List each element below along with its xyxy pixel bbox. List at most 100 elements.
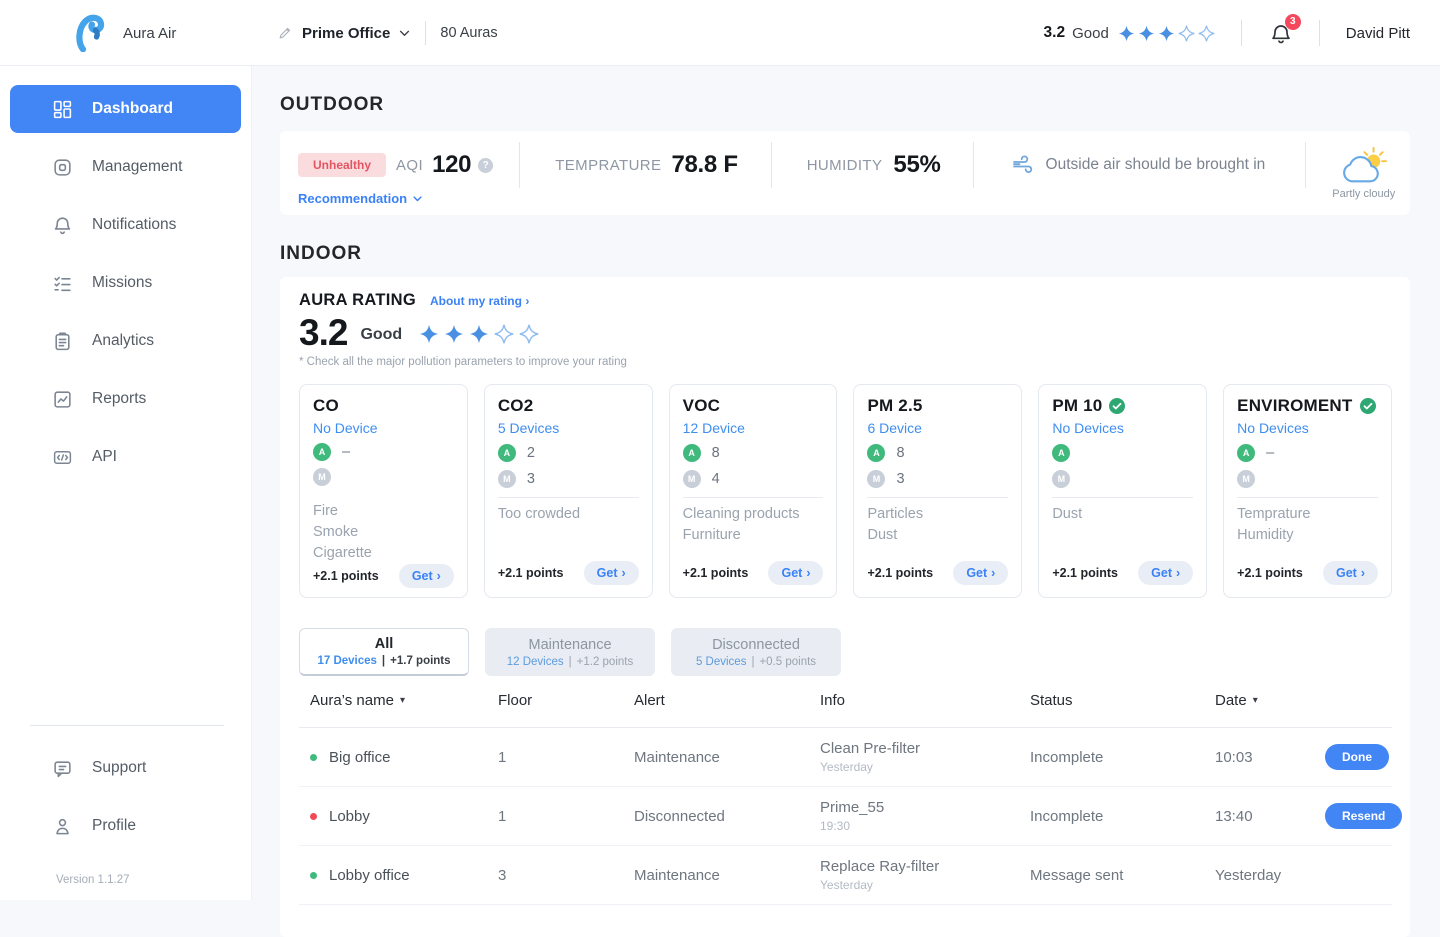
tab-maintenance[interactable]: Maintenance 12 Devices | +1.2 points (485, 628, 655, 676)
auto-badge: A (683, 444, 701, 462)
location-name[interactable]: Prime Office (302, 25, 390, 42)
column-header-date[interactable]: Date ▾ (1215, 692, 1325, 709)
table-header: Aura’s name ▾ Floor Alert Info Status Da… (299, 692, 1392, 728)
star-icon (419, 324, 439, 344)
rating-label: Good (1072, 25, 1109, 42)
status-dot (310, 872, 317, 879)
manual-value: 4 (712, 471, 720, 487)
user-name[interactable]: David Pitt (1346, 25, 1410, 42)
sidebar-item-api[interactable]: API (10, 433, 241, 481)
column-header-name[interactable]: Aura’s name ▾ (299, 692, 498, 709)
indoor-rating-value: 3.2 (299, 312, 347, 354)
column-header-alert: Alert (634, 692, 820, 709)
sidebar-footer: Support Profile Version 1.1.27 (0, 725, 251, 886)
sidebar-item-missions[interactable]: Missions (10, 259, 241, 307)
devices-link[interactable]: No Devices (1237, 420, 1378, 436)
tab-all[interactable]: All 17 Devices | +1.7 points (299, 628, 469, 676)
devices-link[interactable]: 12 Device (683, 420, 824, 436)
divider (30, 725, 224, 726)
column-header-info: Info (820, 692, 1030, 709)
done-button[interactable]: Done (1325, 744, 1389, 770)
manual-badge: M (313, 468, 331, 486)
alert-cell: Maintenance (634, 867, 820, 884)
devices-link[interactable]: No Device (313, 420, 454, 436)
auras-table: Aura’s name ▾ Floor Alert Info Status Da… (299, 692, 1392, 905)
location-picker[interactable]: Prime Office 80 Auras (278, 0, 498, 66)
manual-badge: M (498, 470, 516, 488)
resend-button[interactable]: Resend (1325, 803, 1402, 829)
wind-icon (1011, 153, 1035, 177)
sidebar-item-management[interactable]: Management (10, 143, 241, 191)
points-label: +2.1 points (1052, 566, 1118, 580)
sidebar-item-label: Reports (92, 390, 146, 408)
get-button[interactable]: Get › (584, 561, 639, 585)
tab-label: Disconnected (712, 637, 800, 653)
humidity-value: 55% (893, 151, 940, 179)
sidebar-item-notifications[interactable]: Notifications (10, 201, 241, 249)
chevron-right-icon: › (1176, 566, 1180, 580)
get-button[interactable]: Get › (768, 561, 823, 585)
checklist-icon (52, 273, 73, 294)
sidebar-item-analytics[interactable]: Analytics (10, 317, 241, 365)
devices-link[interactable]: No Devices (1052, 420, 1193, 436)
status-cell: Incomplete (1030, 808, 1215, 825)
floor-cell: 3 (498, 867, 634, 884)
aura-rating-header: AURA RATING About my rating › (299, 291, 1392, 310)
recommendation-link[interactable]: Recommendation (298, 191, 422, 206)
management-icon (52, 157, 73, 178)
sidebar-item-profile[interactable]: Profile (10, 802, 241, 850)
source-item: Cigarette (313, 543, 454, 564)
points-label: +2.1 points (683, 566, 749, 580)
auras-count: 80 Auras (440, 25, 497, 41)
divider (1052, 497, 1193, 498)
sidebar-item-dashboard[interactable]: Dashboard (10, 85, 241, 133)
temperature-value: 78.8 F (671, 151, 737, 179)
auto-badge: A (498, 444, 516, 462)
edit-pencil-icon[interactable] (278, 26, 292, 40)
info-sub: 19:30 (820, 819, 1030, 833)
get-button[interactable]: Get › (1138, 561, 1193, 585)
divider (771, 142, 772, 188)
pollutant-title: ENVIROMENT (1237, 396, 1352, 416)
recommendation-label[interactable]: Recommendation (298, 191, 407, 206)
aqi-status-badge: Unhealthy (298, 153, 386, 177)
about-my-rating-link[interactable]: About my rating › (430, 294, 529, 308)
weather-widget: Partly cloudy (1332, 145, 1395, 200)
sort-arrow-icon: ▾ (400, 695, 405, 706)
chevron-right-icon: › (806, 566, 810, 580)
star-icon (469, 324, 489, 344)
aqi-value: 120 (432, 151, 471, 179)
rating-value: 3.2 (1044, 24, 1066, 42)
manual-badge: M (867, 470, 885, 488)
table-row-lobby: Lobby 1 Disconnected Prime_55 19:30 Inco… (299, 787, 1392, 846)
sidebar-item-label: API (92, 448, 117, 466)
humidity-label: HUMIDITY (807, 157, 883, 174)
bell-icon (52, 215, 73, 236)
divider (683, 497, 824, 498)
status-cell: Message sent (1030, 867, 1215, 884)
devices-link[interactable]: 5 Devices (498, 420, 639, 436)
notifications-bell-button[interactable]: 3 (1269, 21, 1293, 46)
about-link-label[interactable]: About my rating (430, 294, 522, 308)
devices-link[interactable]: 6 Device (867, 420, 1008, 436)
weather-caption: Partly cloudy (1332, 188, 1395, 200)
sidebar-item-support[interactable]: Support (10, 744, 241, 792)
chevron-right-icon: › (525, 294, 529, 308)
chevron-down-icon[interactable] (399, 30, 410, 37)
chevron-right-icon: › (437, 569, 441, 583)
clipboard-icon (52, 331, 73, 352)
get-button[interactable]: Get › (399, 564, 454, 588)
column-label: Floor (498, 692, 532, 709)
get-button[interactable]: Get › (953, 561, 1008, 585)
get-button[interactable]: Get › (1323, 561, 1378, 585)
tab-disconnected[interactable]: Disconnected 5 Devices | +0.5 points (671, 628, 841, 676)
column-label: Date (1215, 692, 1247, 709)
points-label: +2.1 points (313, 569, 379, 583)
info-main: Replace Ray-filter (820, 858, 1030, 875)
table-row-big-office: Big office 1 Maintenance Clean Pre-filte… (299, 728, 1392, 787)
auto-value: – (1266, 445, 1274, 461)
tab-points: +1.7 points (390, 655, 450, 667)
sidebar-item-reports[interactable]: Reports (10, 375, 241, 423)
temperature-label: TEMPRATURE (555, 157, 661, 174)
aqi-help-icon[interactable]: ? (478, 158, 493, 173)
